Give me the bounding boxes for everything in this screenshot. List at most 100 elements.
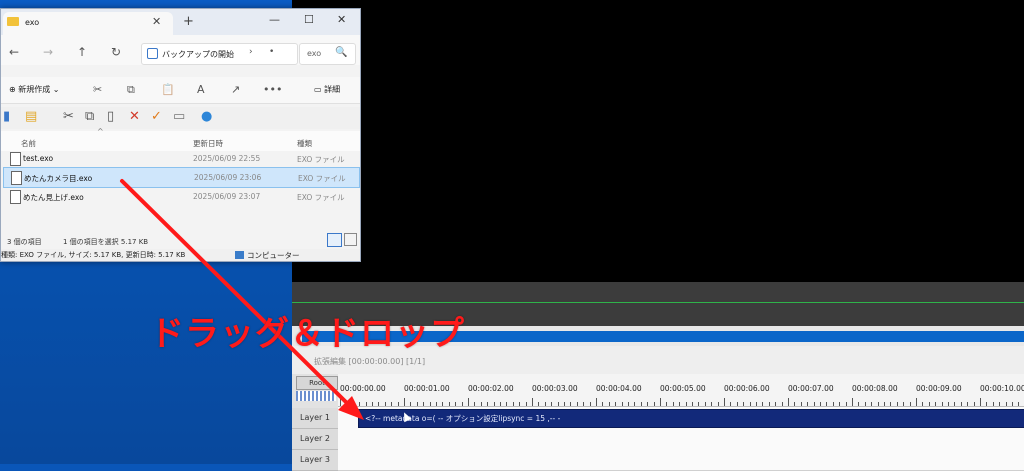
ruler-tick [487, 402, 489, 406]
file-type: EXO ファイル [298, 174, 346, 183]
ruler-tick [704, 402, 706, 406]
close-window-button[interactable]: ✕ [337, 13, 346, 26]
tick-label: 00:00:03.00 [532, 384, 578, 393]
paste-icon[interactable]: 📋 [161, 83, 175, 96]
breadcrumb-separator[interactable]: › [249, 47, 253, 57]
close-tab-icon[interactable]: ✕ [152, 15, 161, 28]
file-name: test.exo [23, 154, 54, 163]
ruler-tick [493, 402, 495, 406]
ruler-tick [589, 402, 591, 406]
more-options-icon[interactable]: ••• [263, 83, 282, 96]
ruler-tick [602, 402, 604, 406]
timeline-clip[interactable]: <?-- metadata o=( -- オプション設定lipsync = 15… [358, 409, 1024, 428]
file-type: EXO ファイル [297, 193, 345, 202]
file-row[interactable]: test.exo 2025/06/09 22:55 EXO ファイル [3, 149, 358, 168]
copy-legacy-icon[interactable]: ⧉ [85, 109, 94, 124]
ruler-tick [717, 402, 719, 406]
tick-label: 00:00:02.00 [468, 384, 514, 393]
file-date: 2025/06/09 22:55 [193, 154, 261, 163]
column-date[interactable]: 更新日時 [193, 138, 223, 149]
refresh-button[interactable]: ↻ [111, 45, 121, 59]
up-button[interactable]: ↑ [77, 45, 87, 59]
ruler-tick [986, 402, 988, 406]
minimize-button[interactable]: — [269, 13, 280, 26]
file-row[interactable]: めたん見上げ.exo 2025/06/09 23:07 EXO ファイル [3, 187, 358, 206]
ruler-tick [340, 398, 341, 406]
check-icon[interactable]: ✓ [151, 109, 162, 124]
ruler-tick [672, 402, 674, 406]
new-button[interactable]: ⊕ 新規作成 ⌄ [9, 84, 60, 95]
chat-icon[interactable]: ● [201, 109, 212, 124]
ruler-tick [685, 402, 687, 406]
ruler-tick [436, 402, 437, 406]
layer-label-2[interactable]: Layer 2 [292, 429, 338, 450]
ruler-tick [775, 402, 777, 406]
delete-icon[interactable]: ✕ [129, 109, 140, 124]
copy-icon[interactable]: ⧉ [127, 83, 135, 97]
details-view-button[interactable] [327, 233, 342, 247]
ruler-tick [653, 402, 655, 406]
timeline-ruler[interactable]: 00:00:00.00 00:00:01.00 00:00:02.00 00:0… [338, 374, 1024, 407]
rename-icon[interactable]: A [197, 83, 205, 96]
ruler-tick [788, 398, 789, 406]
tick-label: 00:00:05.00 [660, 384, 706, 393]
ruler-tick [468, 398, 469, 406]
layer-label-1[interactable]: Layer 1 [292, 408, 338, 429]
file-name: めたん見上げ.exo [23, 193, 84, 202]
layer-row-3[interactable] [338, 449, 1024, 471]
share-icon[interactable]: ↗ [231, 83, 240, 96]
paste-legacy-icon[interactable]: ▯ [107, 109, 114, 124]
properties-icon[interactable]: ▭ [173, 109, 185, 124]
ruler-tick [352, 402, 354, 406]
root-button[interactable]: Root [296, 376, 338, 390]
ruler-tick [820, 402, 821, 406]
ruler-tick [506, 402, 508, 406]
file-row-selected[interactable]: めたんカメラ目.exo 2025/06/09 23:06 EXO ファイル [3, 167, 360, 188]
clip-text: <?-- metadata o=( -- オプション設定lipsync = 15… [365, 414, 561, 423]
pane-icon[interactable]: ▮ [3, 109, 10, 124]
maximize-button[interactable]: ☐ [304, 13, 314, 26]
file-icon [11, 171, 22, 185]
ruler-tick [474, 402, 476, 406]
cut-icon[interactable]: ✂ [93, 83, 102, 96]
tab-title: exo [25, 18, 40, 27]
video-preview-area [292, 0, 1024, 282]
ruler-tick [832, 402, 834, 406]
zoom-slider[interactable] [296, 391, 336, 401]
ruler-tick [557, 402, 559, 406]
details-button[interactable]: ▭ 詳細 [314, 84, 340, 95]
file-icon [10, 152, 21, 166]
layer-label-3[interactable]: Layer 3 [292, 450, 338, 471]
computer-icon [235, 251, 244, 259]
layer-row-2[interactable] [338, 428, 1024, 450]
ruler-tick [551, 402, 553, 406]
back-button[interactable]: ← [9, 45, 19, 59]
search-icon[interactable]: 🔍 [335, 47, 347, 58]
tiles-view-button[interactable] [344, 233, 357, 246]
ruler-tick [852, 398, 853, 406]
ruler-tick [461, 402, 463, 406]
column-name[interactable]: 名前 [21, 138, 36, 149]
ruler-tick [960, 402, 962, 406]
file-explorer-window: exo ✕ + — ☐ ✕ ← → ↑ ↻ バックアップの開始 › • exo … [0, 8, 361, 262]
status-bar: 3 個の項目 1 個の項目を選択 5.17 KB [1, 235, 360, 249]
forward-button[interactable]: → [43, 45, 53, 59]
folder-icon [7, 17, 19, 26]
ruler-tick [768, 402, 770, 406]
ruler-tick [480, 402, 482, 406]
column-type[interactable]: 種類 [297, 138, 312, 149]
cut-legacy-icon[interactable]: ✂ [63, 109, 74, 124]
info-bar: 種類: EXO ファイル, サイズ: 5.17 KB, 更新日時: 5.17 K… [1, 249, 360, 261]
tick-label: 00:00:00.00 [340, 384, 386, 393]
tick-label: 00:00:10.00 [980, 384, 1024, 393]
new-tab-button[interactable]: + [183, 14, 194, 29]
breadcrumb-more[interactable]: • [269, 47, 274, 57]
ruler-tick [749, 402, 751, 406]
ruler-tick [954, 402, 956, 406]
file-name: めたんカメラ目.exo [24, 174, 93, 183]
ruler-tick [410, 402, 412, 406]
folder-view-icon[interactable]: ▤ [25, 109, 37, 124]
item-count: 3 個の項目 [7, 238, 42, 246]
ruler-tick [743, 402, 745, 406]
ruler-tick [736, 402, 738, 406]
